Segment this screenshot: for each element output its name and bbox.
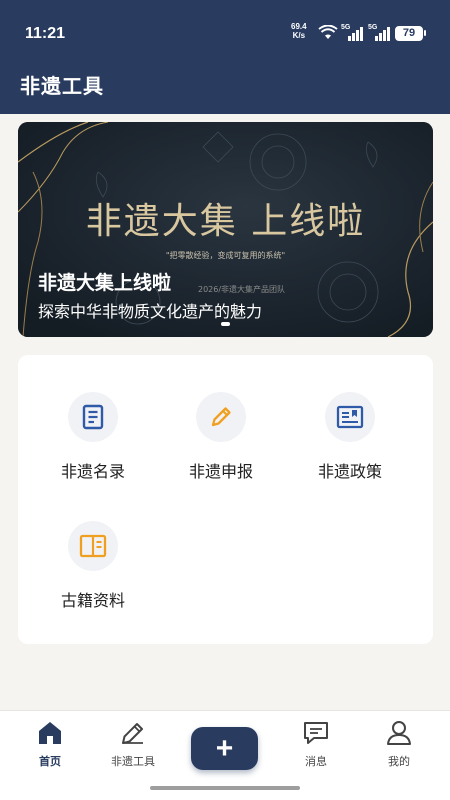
book-icon xyxy=(68,521,118,571)
document-list-icon xyxy=(68,392,118,442)
banner-carousel[interactable]: 非遗大集 上线啦 "把零散经验，变成可复用的系统" 2026/非遗大集产品团队 … xyxy=(18,122,433,337)
grid-item-heritage-list[interactable]: 非遗名录 xyxy=(33,392,153,482)
home-indicator[interactable] xyxy=(150,786,300,790)
tab-label: 首页 xyxy=(39,755,61,768)
tab-label: 消息 xyxy=(305,755,327,768)
status-time: 11:21 xyxy=(25,25,66,42)
grid-item-heritage-policy[interactable]: 非遗政策 xyxy=(290,392,410,482)
page-title: 非遗工具 xyxy=(20,74,104,98)
tab-home[interactable]: 首页 xyxy=(15,719,85,769)
battery-indicator: 79 xyxy=(395,26,426,41)
wifi-icon xyxy=(318,25,338,39)
pencil-icon xyxy=(122,723,143,744)
grid-item-label: 非遗申报 xyxy=(188,462,253,481)
tools-grid: 非遗名录 非遗申报 非遗政策 古籍资料 xyxy=(18,355,433,644)
banner-title: 非遗大集上线啦 xyxy=(38,272,172,294)
banner-subtitle: 探索中华非物质文化遗产的魅力 xyxy=(38,302,263,321)
newspaper-icon xyxy=(325,392,375,442)
network-speed-unit: K/s xyxy=(292,31,306,40)
home-icon xyxy=(39,722,61,744)
tab-label: 我的 xyxy=(388,755,410,768)
pencil-icon xyxy=(196,392,246,442)
tab-label: 非遗工具 xyxy=(111,755,155,768)
grid-item-label: 古籍资料 xyxy=(60,591,125,610)
tab-heritage-tools[interactable]: 非遗工具 xyxy=(98,719,168,769)
add-button[interactable]: + xyxy=(191,727,258,770)
tab-messages[interactable]: 消息 xyxy=(281,719,351,769)
grid-item-heritage-apply[interactable]: 非遗申报 xyxy=(161,392,281,482)
grid-item-label: 非遗名录 xyxy=(60,462,125,481)
status-bar: 11:21 69.4 K/s 5G 5G 79 xyxy=(0,0,450,68)
grid-item-label: 非遗政策 xyxy=(317,462,382,481)
message-icon xyxy=(304,722,328,744)
user-icon xyxy=(387,721,411,745)
app-header: 11:21 69.4 K/s 5G 5G 79 非遗工具 xyxy=(0,0,450,114)
banner-hero-text: 非遗大集 上线啦 xyxy=(85,201,366,242)
signal-icon xyxy=(375,27,390,41)
network-speed-value: 69.4 xyxy=(291,22,307,31)
banner-quote: "把零散经验，变成可复用的系统" xyxy=(165,251,286,260)
network-speed: 69.4 K/s xyxy=(291,22,307,40)
carousel-indicator xyxy=(221,322,230,326)
tab-profile[interactable]: 我的 xyxy=(364,719,434,769)
grid-item-ancient-books[interactable]: 古籍资料 xyxy=(33,521,153,611)
signal-icon xyxy=(348,27,363,41)
banner-team: 2026/非遗大集产品团队 xyxy=(198,285,286,294)
